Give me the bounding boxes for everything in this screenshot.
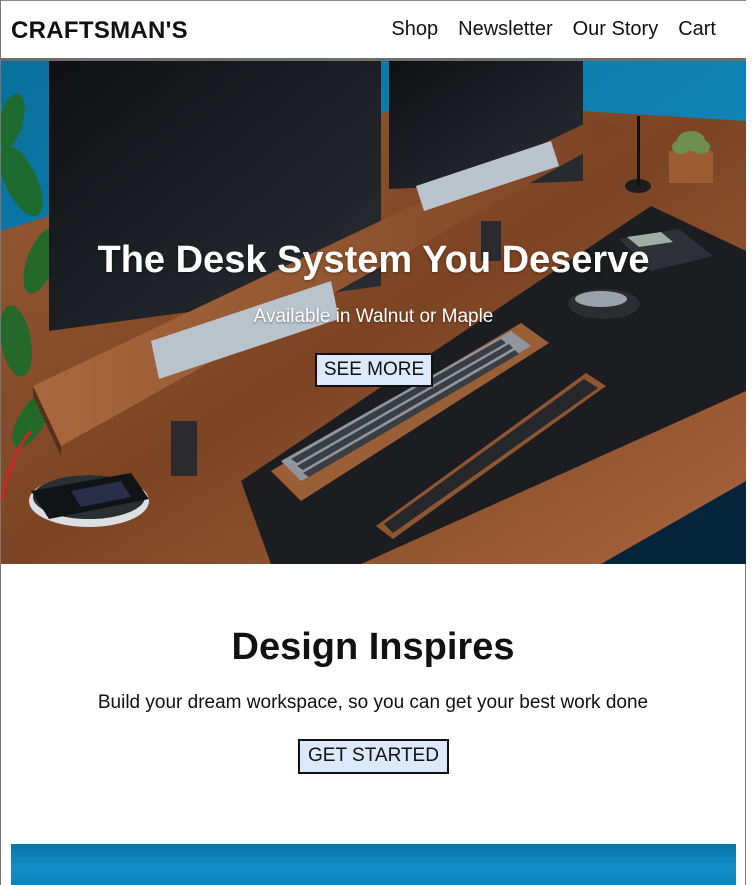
section-title: Design Inspires (231, 626, 515, 668)
nav-our-story[interactable]: Our Story (573, 18, 659, 41)
get-started-button[interactable]: GET STARTED (298, 739, 449, 774)
see-more-button[interactable]: SEE MORE (315, 353, 433, 387)
main-nav: Shop Newsletter Our Story Cart (391, 18, 716, 41)
site-header: CRAFTSMAN'S Shop Newsletter Our Story Ca… (1, 0, 746, 61)
nav-cart[interactable]: Cart (678, 18, 716, 41)
hero-banner: The Desk System You Deserve Available in… (1, 61, 746, 564)
hero-title: The Desk System You Deserve (97, 239, 650, 281)
nav-shop[interactable]: Shop (391, 18, 438, 41)
nav-newsletter[interactable]: Newsletter (458, 18, 552, 41)
next-section-image (11, 844, 736, 885)
hero-subtitle: Available in Walnut or Maple (253, 306, 494, 327)
section-subtitle: Build your dream workspace, so you can g… (97, 692, 649, 713)
brand-logo[interactable]: CRAFTSMAN'S (11, 17, 188, 45)
